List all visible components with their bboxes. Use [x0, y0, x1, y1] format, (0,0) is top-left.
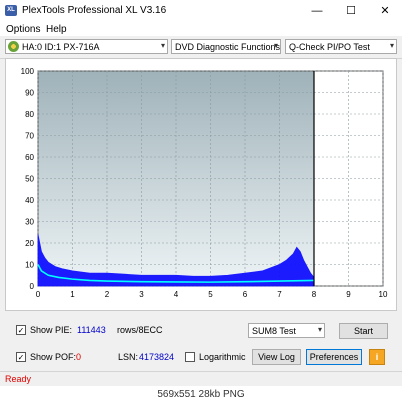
- chevron-down-icon: ▾: [389, 41, 394, 50]
- x-tick-label: 10: [379, 290, 388, 299]
- y-tick-label: 90: [25, 89, 34, 98]
- control-panel: ✓ Show PIE: 111443 rows/8ECC ✓ Show POF:…: [5, 313, 397, 369]
- test-select-value: Q-Check PI/PO Test: [289, 42, 370, 52]
- drive-icon: [8, 41, 19, 52]
- y-tick-label: 50: [25, 175, 34, 184]
- sum-test-select[interactable]: SUM8 Test ▾: [248, 323, 325, 338]
- info-icon[interactable]: i: [369, 349, 385, 365]
- function-select[interactable]: DVD Diagnostic Functions ▾: [171, 39, 281, 54]
- menu-help[interactable]: Help: [46, 24, 67, 35]
- menu-options[interactable]: Options: [6, 24, 40, 35]
- preferences-button[interactable]: Preferences: [306, 349, 362, 365]
- pie-value: 111443: [77, 325, 106, 335]
- x-tick-label: 0: [36, 290, 41, 299]
- title-bar: XL PlexTools Professional XL V3.16 — ☐ ✕: [0, 0, 402, 22]
- y-tick-label: 20: [25, 239, 34, 248]
- chevron-down-icon: ▾: [160, 41, 165, 50]
- show-pof-label: Show POF:: [30, 352, 77, 362]
- x-tick-label: 3: [139, 290, 144, 299]
- minimize-button[interactable]: —: [300, 0, 334, 22]
- menu-bar: Options Help: [0, 22, 402, 36]
- lsn-value: 4173824: [139, 352, 175, 362]
- chevron-down-icon: ▾: [317, 325, 322, 334]
- chevron-down-icon: ▾: [273, 41, 278, 50]
- y-tick-label: 40: [25, 196, 34, 205]
- x-tick-label: 6: [243, 290, 248, 299]
- x-tick-label: 9: [346, 290, 351, 299]
- y-tick-label: 30: [25, 218, 34, 227]
- close-button[interactable]: ✕: [368, 0, 402, 22]
- maximize-button[interactable]: ☐: [334, 0, 368, 22]
- rows-label: rows/8ECC: [117, 325, 163, 335]
- status-text: Ready: [5, 374, 32, 384]
- chart-panel: 0 10 20 30 40 50 60 70 80 90 100 0 1 2 3 4 5 6 7 8 9 10: [5, 58, 397, 311]
- y-tick-label: 70: [25, 132, 34, 141]
- y-tick-label: 0: [30, 282, 35, 291]
- y-tick-label: 10: [25, 261, 34, 270]
- app-icon: XL: [5, 5, 17, 16]
- x-tick-label: 7: [277, 290, 282, 299]
- sum-test-select-value: SUM8 Test: [252, 326, 296, 336]
- x-tick-label: 8: [312, 290, 317, 299]
- show-pof-checkbox[interactable]: ✓: [16, 352, 26, 362]
- y-tick-label: 60: [25, 153, 34, 162]
- pi-po-chart: 0 10 20 30 40 50 60 70 80 90 100 0 1 2 3 4 5 6 7 8 9 10: [21, 67, 388, 299]
- window-title: PlexTools Professional XL V3.16: [22, 5, 167, 16]
- image-caption: 569x551 28kb PNG: [0, 386, 402, 404]
- show-pie-label: Show PIE:: [30, 325, 73, 335]
- function-select-value: DVD Diagnostic Functions: [175, 42, 281, 52]
- x-tick-label: 5: [208, 290, 213, 299]
- logarithmic-label: Logarithmic: [199, 352, 246, 362]
- x-tick-label: 2: [105, 290, 110, 299]
- x-tick-label: 1: [70, 290, 75, 299]
- lsn-label: LSN:: [118, 352, 139, 362]
- status-bar: Ready: [0, 371, 402, 387]
- start-button[interactable]: Start: [339, 323, 388, 339]
- logarithmic-checkbox[interactable]: [185, 352, 195, 362]
- x-tick-label: 4: [174, 290, 179, 299]
- y-tick-label: 80: [25, 110, 34, 119]
- test-select[interactable]: Q-Check PI/PO Test ▾: [285, 39, 397, 54]
- y-tick-label: 100: [21, 67, 35, 76]
- pof-value: 0: [76, 352, 82, 362]
- drive-select[interactable]: HA:0 ID:1 PX-716A ▾: [5, 39, 168, 54]
- toolbar: HA:0 ID:1 PX-716A ▾ DVD Diagnostic Funct…: [0, 36, 402, 59]
- view-log-button[interactable]: View Log: [252, 349, 301, 365]
- drive-select-value: HA:0 ID:1 PX-716A: [22, 42, 100, 52]
- show-pie-checkbox[interactable]: ✓: [16, 325, 26, 335]
